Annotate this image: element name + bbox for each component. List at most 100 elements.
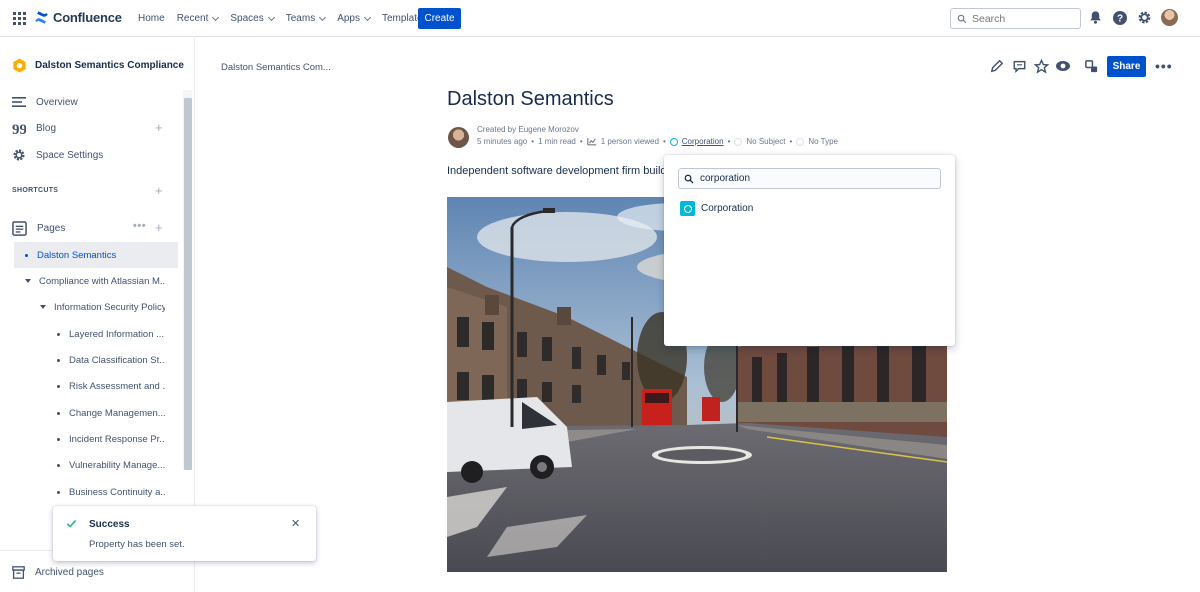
star-icon[interactable] <box>1033 58 1049 74</box>
sidebar-item-blog[interactable]: 99 Blog <box>12 122 56 134</box>
corporation-option-icon <box>680 201 695 216</box>
tree-item-label: Information Security Policy <box>54 301 165 313</box>
tree-item-label: Incident Response Pr... <box>69 433 165 445</box>
more-actions-icon[interactable]: ••• <box>1155 58 1173 74</box>
author-avatar[interactable] <box>448 127 469 148</box>
share-button[interactable]: Share <box>1107 56 1146 77</box>
bullet-icon <box>57 384 60 388</box>
property-option-corporation[interactable]: Corporation <box>680 201 753 216</box>
tree-item-vulnerability-management[interactable]: Vulnerability Manage... <box>57 452 165 478</box>
expand-icon[interactable] <box>25 279 31 283</box>
nav-apps[interactable]: Apps <box>331 0 376 37</box>
chevron-down-icon <box>363 13 372 21</box>
chevron-down-icon <box>267 13 275 21</box>
sidebar-item-label: Blog <box>36 122 57 134</box>
tree-item-label: Compliance with Atlassian M... <box>39 275 165 287</box>
space-name: Dalston Semantics Compliance <box>35 60 184 71</box>
sidebar-scrollbar-thumb[interactable] <box>184 98 192 470</box>
bullet-icon <box>25 253 28 257</box>
chevron-down-icon <box>319 13 327 21</box>
separator: • <box>662 137 666 146</box>
restrictions-icon[interactable] <box>1083 58 1099 74</box>
product-name: Confluence <box>53 10 122 25</box>
svg-text:?: ? <box>1117 13 1123 24</box>
bullet-icon <box>57 332 60 336</box>
tree-item-incident-response[interactable]: Incident Response Pr... <box>57 426 165 452</box>
help-icon[interactable]: ? <box>1112 10 1128 26</box>
tree-item-business-continuity[interactable]: Business Continuity a... <box>57 479 165 505</box>
search-input[interactable] <box>972 12 1072 25</box>
watch-icon[interactable] <box>1055 58 1071 74</box>
separator: • <box>789 137 793 146</box>
tree-item-data-classification[interactable]: Data Classification St... <box>57 347 165 373</box>
tree-item-layered-information[interactable]: Layered Information ... <box>57 321 165 347</box>
sidebar-item-label: Pages <box>37 223 66 234</box>
pages-more-icon[interactable]: ••• <box>133 220 146 232</box>
created-by-prefix: Created by <box>477 125 517 134</box>
svg-text:99: 99 <box>12 122 26 134</box>
confluence-icon <box>35 11 48 24</box>
space-title[interactable]: Dalston Semantics Compliance <box>12 58 184 73</box>
tree-item-label: Change Managemen... <box>69 407 165 419</box>
tree-item-dalston-semantics[interactable]: Dalston Semantics <box>14 242 178 268</box>
tree-item-change-management[interactable]: Change Managemen... <box>57 400 165 426</box>
create-button[interactable]: Create <box>418 8 461 29</box>
confluence-logo[interactable]: Confluence <box>34 10 122 25</box>
app-switcher-icon[interactable] <box>13 12 26 25</box>
tree-item-compliance[interactable]: Compliance with Atlassian M... <box>25 268 165 294</box>
search-icon <box>957 14 967 23</box>
created-ago: 5 minutes ago <box>477 137 528 146</box>
gear-icon <box>13 149 25 161</box>
space-logo-icon <box>13 58 26 73</box>
profile-avatar[interactable] <box>1161 9 1178 26</box>
add-blog-icon[interactable]: + <box>155 120 163 135</box>
subject-property[interactable]: No Subject <box>746 137 785 146</box>
search-box[interactable] <box>950 8 1081 29</box>
settings-icon[interactable] <box>1137 10 1152 25</box>
analytics-icon <box>586 138 596 146</box>
sidebar-item-space-settings[interactable]: Space Settings <box>12 148 103 162</box>
quote-icon: 99 <box>12 122 26 134</box>
nav-teams[interactable]: Teams <box>280 0 331 37</box>
sidebar-item-pages[interactable]: Pages <box>12 221 65 236</box>
page-meta: 5 minutes ago • 1 min read • 1 person vi… <box>477 137 838 146</box>
comment-icon[interactable] <box>1011 58 1027 74</box>
nav-teams-label: Teams <box>285 13 316 24</box>
add-shortcut-icon[interactable]: + <box>155 183 163 198</box>
edit-icon[interactable] <box>989 58 1005 74</box>
nav-spaces-label: Spaces <box>230 13 264 24</box>
tree-item-information-security-policy[interactable]: Information Security Policy <box>40 294 165 320</box>
sidebar-item-overview[interactable]: Overview <box>12 96 78 108</box>
toast-message: Property has been set. <box>89 539 185 550</box>
breadcrumb[interactable]: Dalston Semantics Com... <box>221 62 331 73</box>
read-time: 1 min read <box>538 137 576 146</box>
success-toast: Success Property has been set. ✕ <box>53 506 316 561</box>
nav-recent-label: Recent <box>176 13 209 24</box>
property-search-input[interactable] <box>700 173 930 184</box>
notifications-icon[interactable] <box>1088 10 1103 25</box>
page-title: Dalston Semantics <box>447 88 614 110</box>
top-icons: ? <box>1088 9 1178 26</box>
views-count[interactable]: 1 person viewed <box>601 137 659 146</box>
nav-home[interactable]: Home <box>132 0 171 37</box>
nav-spaces[interactable]: Spaces <box>224 0 279 37</box>
separator: • <box>579 137 583 146</box>
type-property-icon <box>796 137 805 146</box>
tree-item-risk-assessment[interactable]: Risk Assessment and ... <box>57 373 165 399</box>
expand-icon[interactable] <box>40 305 46 309</box>
type-property[interactable]: No Type <box>808 137 838 146</box>
sidebar-item-archived-pages[interactable]: Archived pages <box>12 566 104 579</box>
corporation-property-link[interactable]: Corporation <box>682 137 724 146</box>
success-check-icon <box>66 519 77 528</box>
bullet-icon <box>57 358 60 362</box>
overview-icon <box>12 97 26 107</box>
primary-nav: Home Recent Spaces Teams Apps Templates <box>132 0 434 37</box>
property-search-box[interactable] <box>678 168 941 189</box>
close-icon[interactable]: ✕ <box>291 517 300 530</box>
add-page-icon[interactable]: + <box>155 220 163 235</box>
author-name[interactable]: Eugene Morozov <box>518 125 578 134</box>
archived-pages-label: Archived pages <box>35 567 104 578</box>
nav-recent[interactable]: Recent <box>171 0 225 37</box>
bullet-icon <box>57 463 60 467</box>
corporation-property-icon <box>669 137 678 146</box>
